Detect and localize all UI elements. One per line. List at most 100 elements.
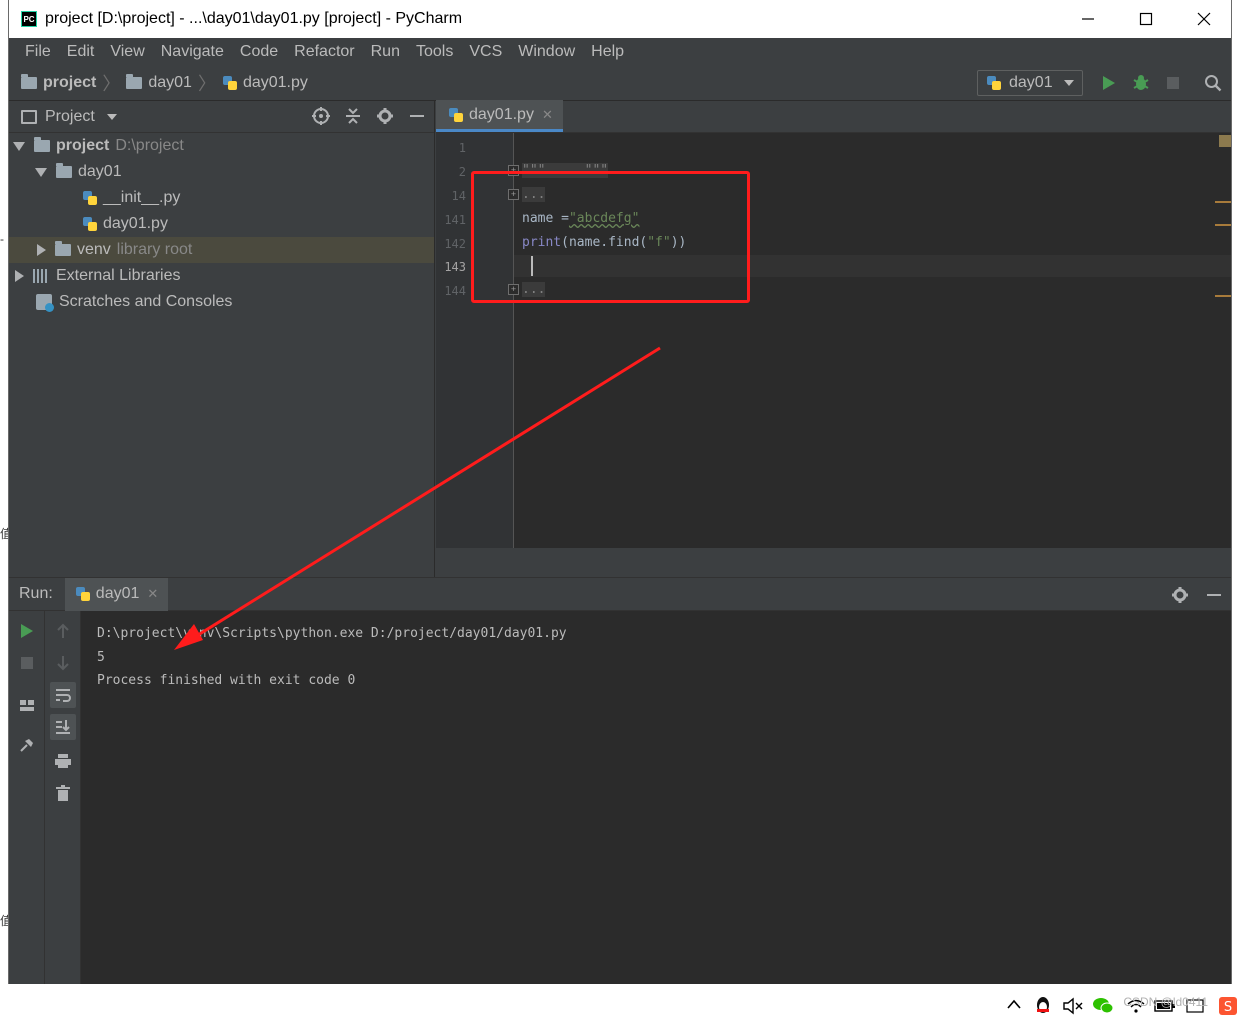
menu-vcs[interactable]: VCS: [461, 43, 510, 61]
project-panel-header: Project: [9, 101, 434, 133]
python-icon: [75, 586, 91, 602]
rerun-button[interactable]: [17, 621, 37, 641]
line-number: 142: [444, 237, 466, 251]
soft-wrap-toggle[interactable]: [50, 682, 76, 708]
left-edge: - 值 值: [0, 0, 12, 1019]
expand-arrow-icon[interactable]: [13, 141, 25, 151]
menu-file[interactable]: File: [17, 43, 59, 61]
debug-button[interactable]: [1131, 73, 1151, 93]
console-line: Process finished with exit code 0: [97, 673, 356, 688]
tree-label: day01.py: [103, 215, 168, 232]
menu-window[interactable]: Window: [510, 43, 583, 61]
tree-item-scratches[interactable]: Scratches and Consoles: [9, 289, 434, 315]
scroll-to-end-toggle[interactable]: [50, 714, 76, 740]
python-icon: [986, 75, 1002, 91]
tree-item-project-root[interactable]: project D:\project: [9, 133, 434, 159]
gear-icon[interactable]: [376, 107, 394, 125]
inspection-status-icon[interactable]: [1219, 135, 1231, 147]
close-button[interactable]: [1175, 0, 1231, 38]
scroll-up-button[interactable]: [53, 621, 73, 641]
chevron-down-icon[interactable]: [106, 113, 117, 120]
pin-tab-button[interactable]: [17, 735, 37, 755]
run-panel-header: Run: day01 ✕: [9, 577, 1231, 611]
breadcrumb-file[interactable]: day01.py: [243, 74, 308, 92]
run-tab-day01[interactable]: day01 ✕: [64, 577, 169, 611]
tree-hint: library root: [116, 241, 193, 258]
line-number: 2: [458, 165, 466, 179]
close-tab-icon[interactable]: ✕: [542, 107, 553, 123]
search-icon: [1205, 75, 1222, 92]
menu-edit[interactable]: Edit: [59, 43, 103, 61]
menu-code[interactable]: Code: [232, 43, 286, 61]
run-configuration-select[interactable]: day01: [977, 70, 1083, 96]
folder-icon: [126, 73, 143, 89]
search-button[interactable]: [1203, 73, 1223, 93]
scrollbar-marker[interactable]: [1215, 224, 1231, 226]
scratches-icon: [36, 294, 54, 312]
restore-layout-button[interactable]: [17, 695, 37, 715]
chevron-right-icon: 〉: [102, 73, 121, 94]
tree-label: Scratches and Consoles: [59, 293, 233, 310]
menu-view[interactable]: View: [102, 43, 152, 61]
hide-icon[interactable]: [408, 107, 426, 125]
tree-item-external-libraries[interactable]: External Libraries: [9, 263, 434, 289]
menu-help[interactable]: Help: [583, 43, 632, 61]
volume-muted-icon[interactable]: [1062, 997, 1084, 1015]
watermark-text: CSDN @ld0411: [1123, 995, 1208, 1009]
gear-icon[interactable]: [1171, 586, 1189, 604]
collapse-arrow-icon[interactable]: [15, 270, 24, 282]
tree-item-init-py[interactable]: __init__.py: [9, 185, 434, 211]
stop-icon: [1167, 77, 1179, 89]
navigation-bar: project 〉 day01 〉 day01.py day01: [9, 65, 1231, 101]
tree-item-day01-py[interactable]: day01.py: [9, 211, 434, 237]
tree-item-day01[interactable]: day01: [9, 159, 434, 185]
collapse-all-icon[interactable]: [344, 107, 362, 125]
scrollbar-marker[interactable]: [1215, 295, 1231, 297]
clear-all-button[interactable]: [53, 783, 73, 803]
tree-label: project: [56, 137, 110, 154]
menu-navigate[interactable]: Navigate: [153, 43, 232, 61]
hide-icon[interactable]: [1205, 586, 1223, 604]
project-panel-title[interactable]: Project: [45, 108, 95, 126]
scrollbar-marker[interactable]: [1215, 201, 1231, 203]
menu-refactor[interactable]: Refactor: [286, 43, 362, 61]
tab-label: day01.py: [469, 105, 534, 123]
stop-button[interactable]: [1163, 73, 1183, 93]
wechat-icon[interactable]: [1092, 996, 1114, 1014]
scroll-down-button[interactable]: [53, 653, 73, 673]
close-tab-icon[interactable]: ✕: [147, 586, 158, 602]
chevron-up-icon[interactable]: [1006, 998, 1022, 1010]
breadcrumb-day01[interactable]: day01: [148, 74, 192, 92]
bug-icon: [1133, 75, 1149, 90]
menu-tools[interactable]: Tools: [408, 43, 461, 61]
system-tray: S CSDN @ld0411: [0, 984, 1240, 1019]
line-number-current: 143: [444, 260, 466, 274]
console-line: 5: [97, 649, 105, 665]
locate-icon[interactable]: [312, 107, 330, 125]
print-button[interactable]: [53, 751, 73, 771]
run-tab-label: day01: [95, 585, 140, 602]
console-output[interactable]: D:\project\venv\Scripts\python.exe D:/pr…: [97, 622, 567, 693]
stop-button[interactable]: [17, 653, 37, 673]
chevron-right-icon: 〉: [197, 73, 216, 94]
breadcrumb-project[interactable]: project: [43, 74, 96, 92]
tree-label: __init__.py: [103, 189, 181, 206]
stop-icon: [21, 657, 33, 669]
close-icon: [1197, 12, 1211, 26]
pycharm-window: PC project [D:\project] - ...\day01\day0…: [8, 0, 1232, 984]
tree-item-venv[interactable]: venv library root: [9, 237, 434, 263]
maximize-button[interactable]: [1117, 0, 1175, 38]
qq-penguin-icon[interactable]: [1034, 996, 1052, 1016]
code-editor: day01.py ✕ 1 2 14 141 142 143 144 + + + …: [436, 100, 1231, 548]
title-bar: PC project [D:\project] - ...\day01\day0…: [9, 0, 1231, 38]
menu-run[interactable]: Run: [363, 43, 408, 61]
run-button[interactable]: [1099, 73, 1119, 93]
trash-icon: [56, 785, 70, 801]
edge-glyph: -: [0, 232, 4, 246]
expand-arrow-icon[interactable]: [35, 167, 47, 177]
collapse-arrow-icon[interactable]: [37, 244, 46, 256]
python-file-icon: [222, 75, 238, 91]
minimize-button[interactable]: [1059, 0, 1117, 38]
run-panel-label: Run:: [19, 585, 53, 602]
tab-day01-py[interactable]: day01.py ✕: [436, 100, 563, 132]
